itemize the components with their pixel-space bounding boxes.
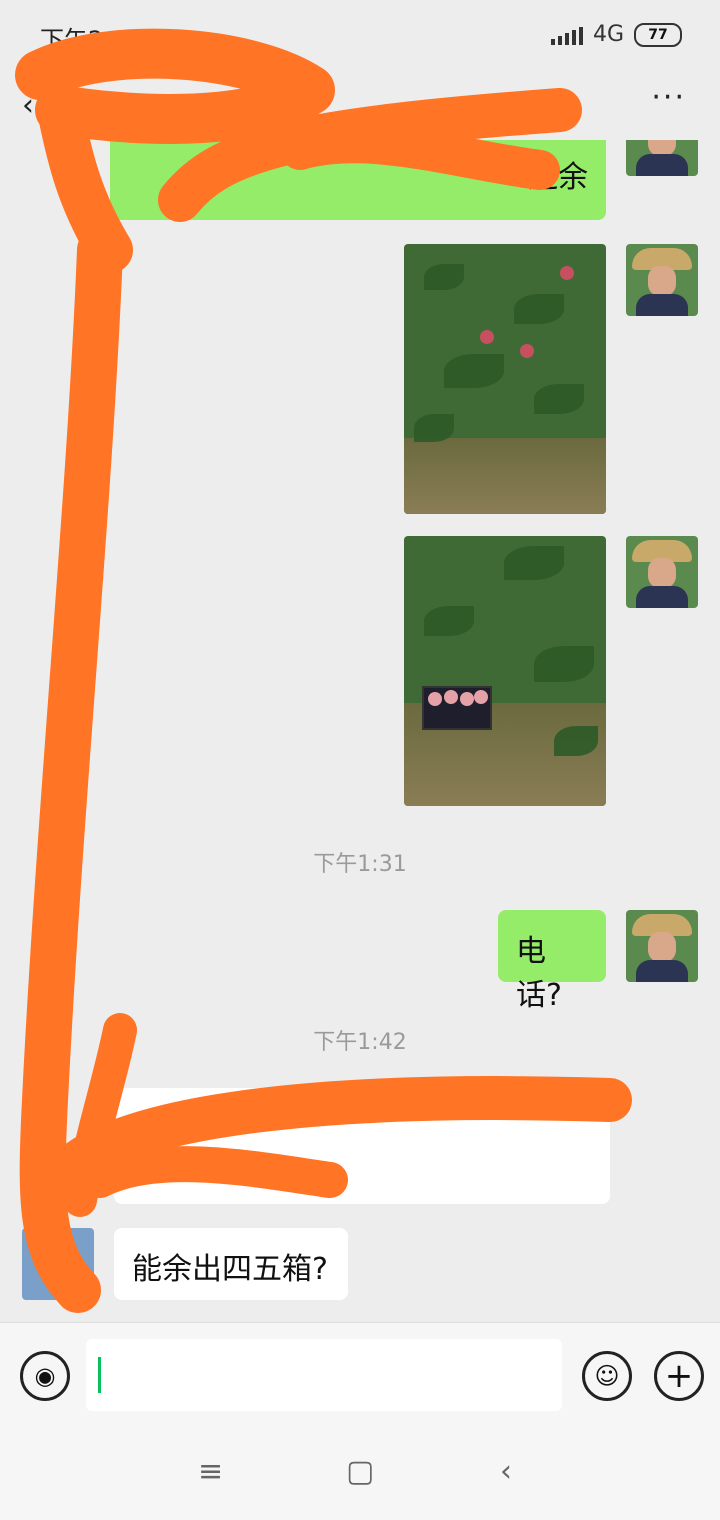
back-icon[interactable]: ‹ <box>500 1454 512 1489</box>
system-nav-bar: ≡ ▢ ‹ <box>0 1424 720 1520</box>
avatar[interactable] <box>626 910 698 982</box>
avatar[interactable] <box>626 536 698 608</box>
message-outgoing[interactable]: 还余 <box>110 140 606 220</box>
back-arrow-icon[interactable]: ‹ <box>22 88 34 123</box>
menu-icon[interactable]: ≡ <box>198 1454 223 1489</box>
chat-header: ‹ ··· <box>0 70 720 140</box>
message-timestamp: 下午1:42 <box>313 1030 407 1055</box>
message-text: 烟 <box>132 1112 162 1147</box>
status-indicators: 4G 77 <box>550 22 682 47</box>
home-icon[interactable]: ▢ <box>346 1454 374 1489</box>
plus-icon[interactable]: + <box>654 1351 704 1401</box>
avatar[interactable] <box>626 244 698 316</box>
message-text: 还余 <box>528 160 588 195</box>
battery-icon: 77 <box>634 22 682 47</box>
message-incoming[interactable]: 能余出四五箱? <box>114 1228 348 1300</box>
status-time: 下午2:04 <box>40 26 142 54</box>
message-incoming[interactable]: 烟 <box>114 1088 610 1204</box>
avatar[interactable] <box>626 140 698 176</box>
message-outgoing[interactable]: 电话? <box>498 910 606 1013</box>
emoji-icon[interactable]: ☺ <box>582 1351 632 1401</box>
image-message[interactable] <box>404 536 606 806</box>
message-input[interactable] <box>86 1339 562 1411</box>
more-options-icon[interactable]: ··· <box>651 80 686 115</box>
fruit-crate <box>422 686 492 730</box>
message-text: 电话? <box>516 934 562 1013</box>
network-type: 4G <box>592 22 624 47</box>
voice-input-icon[interactable]: ◉ <box>20 1351 70 1401</box>
message-timestamp: 下午1:31 <box>313 852 407 877</box>
text-caret <box>98 1357 101 1393</box>
message-list[interactable]: 还余 下午1:31 电话? 下午1:42 烟 能余出四五箱? <box>0 140 720 1320</box>
signal-icon <box>550 25 583 45</box>
image-message[interactable] <box>404 244 606 514</box>
status-bar: 下午2:04 4G 77 <box>0 0 720 70</box>
input-bar: ◉ ☺ + <box>0 1322 720 1425</box>
avatar[interactable] <box>22 1228 94 1300</box>
message-text: 能余出四五箱? <box>132 1252 328 1287</box>
